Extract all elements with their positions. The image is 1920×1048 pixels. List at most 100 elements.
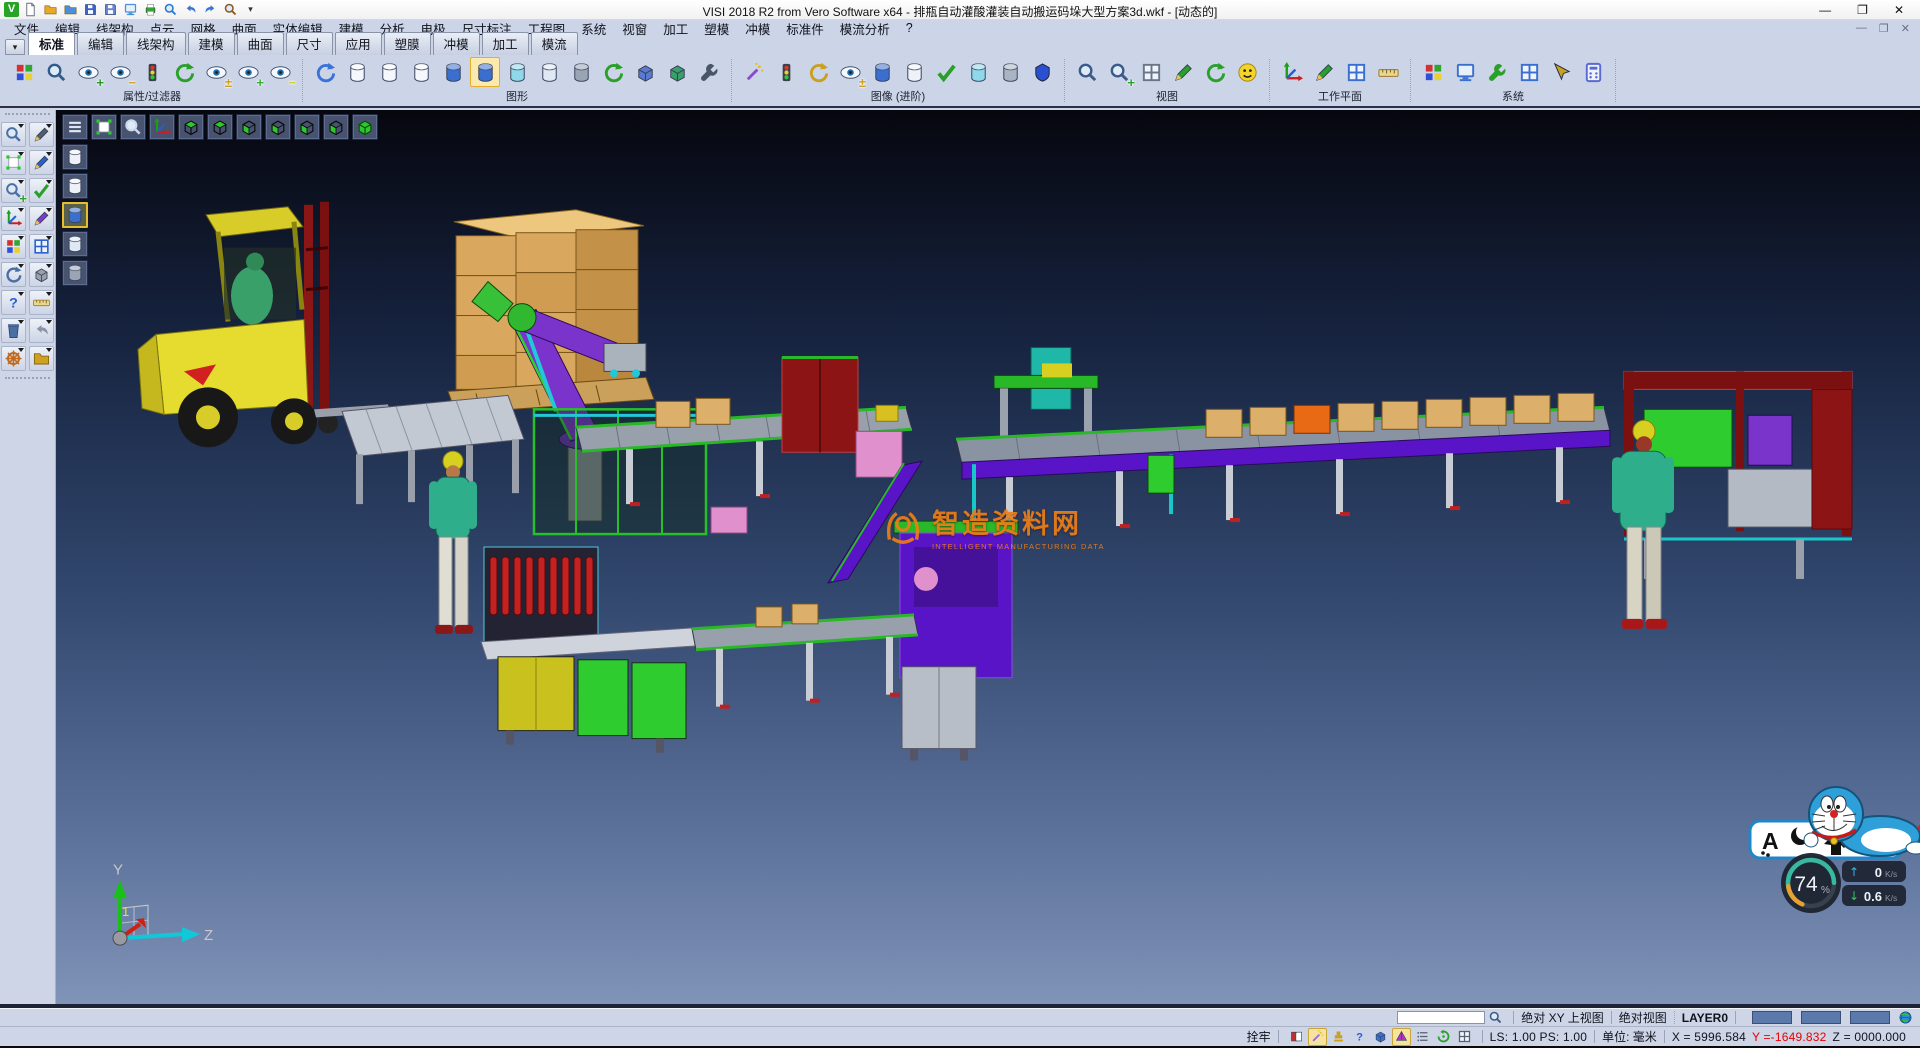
cpl-axis-icon[interactable]: [1, 206, 26, 231]
child-minimize-button[interactable]: —: [1856, 22, 1867, 35]
solid-copy-icon[interactable]: [630, 57, 660, 87]
regen-view-icon[interactable]: [1, 262, 26, 287]
render-wire-a-icon[interactable]: [62, 144, 88, 170]
ribbon-tab[interactable]: 塑膜: [384, 32, 431, 55]
view-back-icon[interactable]: [323, 114, 349, 140]
zoom-dynamic-icon[interactable]: [120, 114, 146, 140]
view-bottom-icon[interactable]: [207, 114, 233, 140]
view-mode-selector[interactable]: 绝对 XY 上视图: [1521, 1009, 1603, 1026]
edit-erase-icon[interactable]: [29, 122, 54, 147]
shaded-pale-icon[interactable]: [534, 57, 564, 87]
render-tools-icon[interactable]: [694, 57, 724, 87]
ribbon-tab[interactable]: 建模: [188, 32, 235, 55]
dock-grip-bottom[interactable]: [5, 377, 50, 382]
view-right-icon[interactable]: [265, 114, 291, 140]
show-toggle-icon[interactable]: ±: [201, 57, 231, 87]
sys-display-icon[interactable]: [1450, 57, 1480, 87]
zoom-window-icon[interactable]: +: [1104, 57, 1134, 87]
zoom-extents-icon[interactable]: [91, 114, 117, 140]
ribbon-tab[interactable]: 冲模: [433, 32, 480, 55]
spline-edit-icon[interactable]: [29, 206, 54, 231]
attributes-paint-icon[interactable]: [1, 234, 26, 259]
sys-window-config-icon[interactable]: [1514, 57, 1544, 87]
cpu-gauge[interactable]: 74 %: [1779, 851, 1844, 916]
confirm-check-icon[interactable]: [29, 178, 54, 203]
ribbon-tab[interactable]: 曲面: [237, 32, 284, 55]
adv-cone-icon[interactable]: [1027, 57, 1057, 87]
lock-book-icon[interactable]: [1287, 1028, 1306, 1046]
minimize-button[interactable]: —: [1819, 3, 1831, 17]
ribbon-tab-active[interactable]: 标准: [28, 32, 75, 55]
view-isometric-icon[interactable]: [352, 114, 378, 140]
curve-edit-icon[interactable]: [29, 150, 54, 175]
adv-lights-icon[interactable]: [771, 57, 801, 87]
menu-item[interactable]: 模流分析: [832, 19, 898, 38]
ribbon-tab[interactable]: 应用: [335, 32, 382, 55]
adv-refresh-icon[interactable]: [803, 57, 833, 87]
ribbon-tab[interactable]: 编辑: [77, 32, 124, 55]
preview-icon[interactable]: [162, 1, 179, 18]
ribbon-tab[interactable]: 加工: [482, 32, 529, 55]
zoom-plus-icon[interactable]: +: [1, 178, 26, 203]
fit-frame-icon[interactable]: [1, 150, 26, 175]
attr-stamp-icon[interactable]: [1329, 1028, 1348, 1046]
menu-item[interactable]: 塑模: [696, 19, 737, 38]
view-left-icon[interactable]: [294, 114, 320, 140]
render-hidden-icon[interactable]: [62, 260, 88, 286]
print-icon[interactable]: [142, 1, 159, 18]
save-file-icon[interactable]: [82, 1, 99, 18]
menu-item[interactable]: ?: [898, 21, 921, 35]
dock-grip[interactable]: [5, 113, 50, 118]
restore-button[interactable]: ❐: [1857, 3, 1868, 17]
wp-grid-icon[interactable]: [1341, 57, 1371, 87]
view-cycle-icon[interactable]: [1200, 57, 1230, 87]
attr-brush-icon[interactable]: [9, 57, 39, 87]
view-face-icon[interactable]: [1232, 57, 1262, 87]
status-search-icon[interactable]: [1486, 1009, 1505, 1027]
publish-icon[interactable]: [122, 1, 139, 18]
view-grid-icon[interactable]: [1136, 57, 1166, 87]
redraw-icon[interactable]: [310, 57, 340, 87]
help-icon[interactable]: [1, 290, 26, 315]
render-wire-b-icon[interactable]: [62, 173, 88, 199]
redo-icon[interactable]: [202, 1, 219, 18]
quick-access-more-icon[interactable]: ▾: [242, 1, 259, 18]
zoom-all-icon[interactable]: [1072, 57, 1102, 87]
show-minus-icon[interactable]: −: [265, 57, 295, 87]
window-view-icon[interactable]: [29, 234, 54, 259]
multi-window-icon[interactable]: [1455, 1028, 1474, 1046]
show-remove-icon[interactable]: −: [105, 57, 135, 87]
menu-item[interactable]: 标准件: [778, 19, 832, 38]
auto-rotate-icon[interactable]: [1434, 1028, 1453, 1046]
new-file-icon[interactable]: [22, 1, 39, 18]
ribbon-tab[interactable]: 模流: [531, 32, 578, 55]
lock-toggle[interactable]: 拴牢: [1247, 1028, 1271, 1045]
adv-shaded-icon[interactable]: [867, 57, 897, 87]
globe-icon[interactable]: [1896, 1009, 1915, 1027]
navigate-wheel-icon[interactable]: [1, 346, 26, 371]
undo-op-icon[interactable]: [29, 318, 54, 343]
render-pale-icon[interactable]: [62, 231, 88, 257]
delete-icon[interactable]: [1, 318, 26, 343]
wireframe-2-icon[interactable]: [374, 57, 404, 87]
ribbon-tab[interactable]: 尺寸: [286, 32, 333, 55]
save-as-icon[interactable]: [102, 1, 119, 18]
adv-pale-icon[interactable]: [899, 57, 929, 87]
find-icon[interactable]: [222, 1, 239, 18]
measure-distance-icon[interactable]: [29, 290, 54, 315]
viewport-3d[interactable]: 1 Y Z 智造资料网: [56, 110, 1920, 1004]
sys-settings-icon[interactable]: [1482, 57, 1512, 87]
view-front-icon[interactable]: [236, 114, 262, 140]
child-close-button[interactable]: ✕: [1901, 22, 1910, 35]
menu-item[interactable]: 视窗: [614, 19, 655, 38]
menu-item[interactable]: 冲模: [737, 19, 778, 38]
shaded-cyan-icon[interactable]: [502, 57, 532, 87]
absolute-view-selector[interactable]: 绝对视图: [1619, 1009, 1667, 1026]
attr-inspect-icon[interactable]: [41, 57, 71, 87]
open-model-icon[interactable]: [29, 346, 54, 371]
adv-wire-icon[interactable]: [995, 57, 1025, 87]
sys-colors-icon[interactable]: [1418, 57, 1448, 87]
status-search-input[interactable]: [1397, 1011, 1485, 1024]
open-file-icon[interactable]: [42, 1, 59, 18]
shaded-blue-icon[interactable]: [438, 57, 468, 87]
